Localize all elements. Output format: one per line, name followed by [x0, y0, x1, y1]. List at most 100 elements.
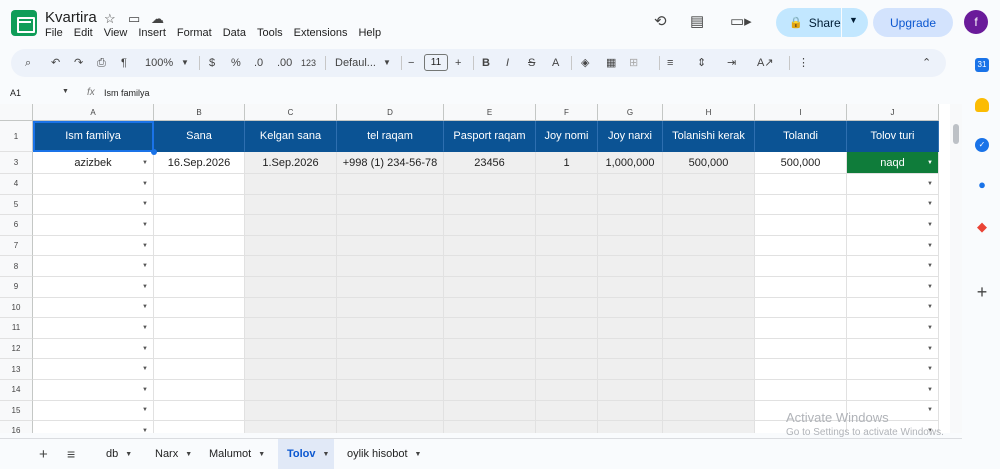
table-cell[interactable]: ▼	[33, 380, 154, 401]
table-cell[interactable]: ▼	[33, 215, 154, 236]
currency-format-button[interactable]: $	[209, 56, 215, 70]
row-header-14[interactable]: 14	[0, 380, 33, 401]
table-cell[interactable]	[598, 297, 663, 319]
table-cell[interactable]: ▼	[847, 318, 939, 339]
table-cell[interactable]	[444, 297, 536, 319]
name-box-chevron-down-icon[interactable]: ▼	[62, 88, 69, 95]
text-rotation-icon[interactable]: A↗	[757, 56, 774, 70]
table-cell[interactable]: ▼	[33, 400, 154, 422]
table-cell[interactable]	[245, 400, 337, 422]
table-cell[interactable]: ▼	[847, 215, 939, 236]
table-cell[interactable]	[536, 256, 598, 277]
menu-item-extensions[interactable]: Extensions	[294, 27, 348, 39]
row-header-6[interactable]: 6	[0, 215, 33, 236]
dropdown-chevron-icon[interactable]: ▼	[927, 160, 933, 166]
table-cell[interactable]	[154, 194, 245, 216]
table-cell[interactable]	[536, 194, 598, 216]
header-cell[interactable]: Tolandi	[755, 121, 847, 152]
dropdown-chevron-icon[interactable]: ▼	[927, 201, 933, 207]
menu-item-help[interactable]: Help	[358, 27, 381, 39]
table-cell[interactable]	[536, 215, 598, 236]
table-cell[interactable]	[755, 194, 847, 216]
table-cell[interactable]	[337, 338, 444, 360]
row-header-10[interactable]: 10	[0, 297, 33, 319]
table-cell[interactable]	[598, 174, 663, 195]
table-cell[interactable]: ▼	[33, 359, 154, 380]
table-cell[interactable]	[536, 400, 598, 422]
table-cell[interactable]	[337, 215, 444, 236]
dropdown-chevron-icon[interactable]: ▼	[142, 222, 148, 228]
table-cell[interactable]	[755, 421, 847, 433]
avatar[interactable]: f	[964, 10, 988, 34]
table-cell[interactable]: ▼	[33, 421, 154, 433]
column-header-e[interactable]: E	[444, 104, 536, 121]
table-cell[interactable]: 1.Sep.2026	[245, 152, 337, 174]
sheet-tab-tolov[interactable]: Tolov ▼	[278, 439, 334, 469]
scrollbar-thumb[interactable]	[953, 124, 959, 144]
dropdown-chevron-icon[interactable]: ▼	[142, 160, 148, 166]
table-cell[interactable]	[755, 380, 847, 401]
table-cell[interactable]: azizbek ▼	[33, 152, 154, 174]
column-header-j[interactable]: J	[847, 104, 939, 121]
table-cell[interactable]: ▼	[33, 338, 154, 360]
dropdown-chevron-icon[interactable]: ▼	[142, 304, 148, 310]
table-cell[interactable]: ▼	[847, 421, 939, 433]
column-header-i[interactable]: I	[755, 104, 847, 121]
dropdown-chevron-icon[interactable]: ▼	[142, 407, 148, 413]
sheet-tab-chevron-down-icon[interactable]: ▼	[125, 451, 132, 458]
table-cell[interactable]	[755, 318, 847, 339]
table-cell[interactable]	[598, 194, 663, 216]
font-select[interactable]: Defaul...	[335, 56, 376, 70]
table-cell[interactable]	[444, 235, 536, 257]
table-cell[interactable]: ▼	[847, 400, 939, 422]
table-cell[interactable]: 23456	[444, 152, 536, 174]
font-size-input[interactable]: 11	[424, 54, 448, 71]
table-cell[interactable]: ▼	[33, 174, 154, 195]
menu-item-edit[interactable]: Edit	[74, 27, 93, 39]
table-cell[interactable]	[536, 174, 598, 195]
sheet-tab-chevron-down-icon[interactable]: ▼	[258, 451, 265, 458]
table-cell[interactable]: ▼	[33, 256, 154, 277]
paint-format-icon[interactable]: ¶	[121, 56, 127, 70]
table-cell[interactable]	[536, 297, 598, 319]
table-cell[interactable]: ▼	[847, 256, 939, 277]
dropdown-chevron-icon[interactable]: ▼	[927, 222, 933, 228]
dropdown-chevron-icon[interactable]: ▼	[927, 304, 933, 310]
sheet-tab-chevron-down-icon[interactable]: ▼	[323, 451, 330, 458]
row-header-11[interactable]: 11	[0, 318, 33, 339]
dropdown-chevron-icon[interactable]: ▼	[142, 181, 148, 187]
header-cell[interactable]: Joy narxi	[598, 121, 663, 152]
table-cell[interactable]	[154, 421, 245, 433]
table-cell[interactable]	[663, 359, 755, 380]
increase-decimal-button[interactable]: .00	[277, 56, 292, 70]
sheet-tab-narx[interactable]: Narx ▼	[146, 439, 192, 469]
dropdown-chevron-icon[interactable]: ▼	[927, 346, 933, 352]
table-cell[interactable]	[337, 359, 444, 380]
maps-icon[interactable]: ◆	[975, 220, 989, 234]
table-cell[interactable]: ▼	[33, 235, 154, 257]
table-cell[interactable]	[755, 359, 847, 380]
decrease-font-size-icon[interactable]: −	[408, 56, 414, 70]
table-cell[interactable]	[245, 235, 337, 257]
tasks-icon[interactable]: ✓	[975, 138, 989, 152]
undo-icon[interactable]: ↶	[51, 56, 60, 70]
more-options-icon[interactable]: ⋮	[798, 56, 809, 70]
add-addon-icon[interactable]: +	[975, 283, 989, 301]
table-cell[interactable]	[444, 380, 536, 401]
table-cell[interactable]	[755, 338, 847, 360]
font-chevron-down-icon[interactable]: ▼	[383, 56, 391, 70]
row-header-7[interactable]: 7	[0, 235, 33, 257]
keep-icon[interactable]	[975, 98, 989, 112]
row-header-12[interactable]: 12	[0, 338, 33, 360]
table-cell[interactable]	[154, 318, 245, 339]
row-header-5[interactable]: 5	[0, 194, 33, 216]
table-cell[interactable]	[663, 338, 755, 360]
table-cell[interactable]	[154, 400, 245, 422]
table-cell[interactable]	[444, 318, 536, 339]
borders-icon[interactable]: ▦	[606, 56, 616, 70]
column-header-c[interactable]: C	[245, 104, 337, 121]
dropdown-chevron-icon[interactable]: ▼	[142, 243, 148, 249]
bold-icon[interactable]: B	[482, 56, 490, 70]
menu-item-file[interactable]: File	[45, 27, 63, 39]
dropdown-chevron-icon[interactable]: ▼	[142, 263, 148, 269]
